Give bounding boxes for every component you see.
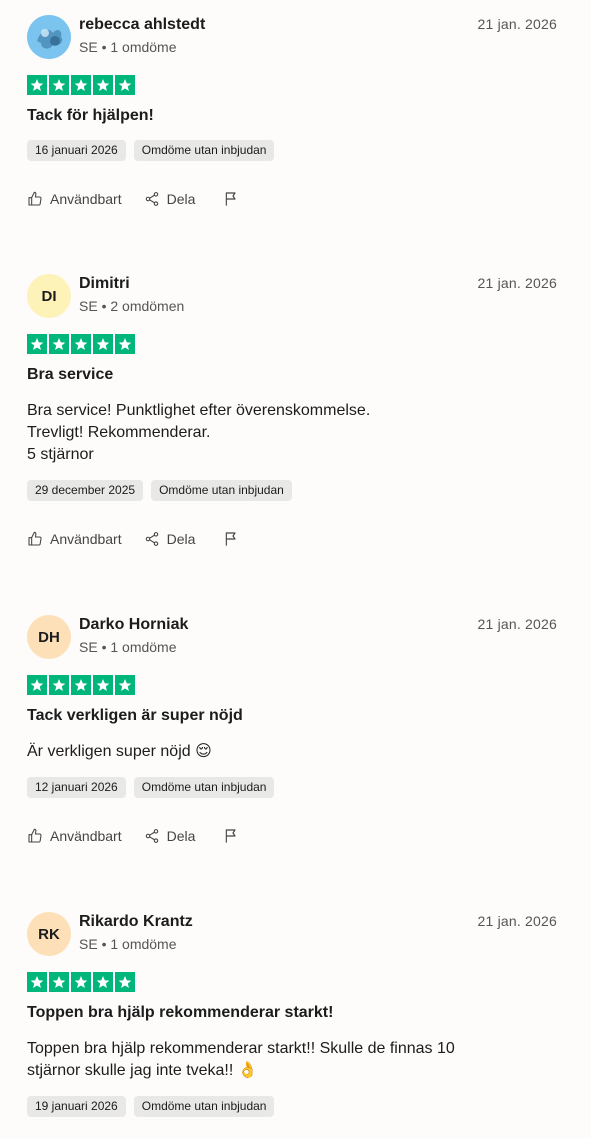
- review-date: 21 jan. 2026: [477, 616, 557, 632]
- star-icon: [71, 675, 91, 695]
- useful-button[interactable]: Användbart: [27, 531, 122, 547]
- star-rating: [27, 675, 557, 695]
- experience-date-badge: 12 januari 2026: [27, 777, 126, 798]
- reviewer-name[interactable]: Darko Horniak: [79, 616, 188, 634]
- star-icon: [115, 75, 135, 95]
- review-body: Toppen bra hjälp rekommenderar starkt!! …: [27, 1040, 455, 1079]
- review-date: 21 jan. 2026: [477, 275, 557, 291]
- review-header: DH Darko Horniak SE • 1 omdöme 21 jan. 2…: [27, 615, 557, 661]
- star-icon: [27, 972, 47, 992]
- review-header: DI Dimitri SE • 2 omdömen 21 jan. 2026: [27, 274, 557, 320]
- star-icon: [27, 75, 47, 95]
- share-icon: [145, 532, 158, 546]
- useful-label: Användbart: [50, 191, 122, 207]
- experience-date-badge: 19 januari 2026: [27, 1096, 126, 1117]
- reviewer-name[interactable]: Rikardo Krantz: [79, 913, 193, 931]
- review-body: Är verkligen super nöjd 😌: [27, 743, 212, 760]
- avatar[interactable]: DH: [27, 615, 71, 659]
- flag-icon: [226, 829, 236, 843]
- review-title[interactable]: Bra service: [27, 365, 557, 385]
- review-type-badge: Omdöme utan inbjudan: [133, 140, 275, 161]
- reviewer-meta: SE • 2 omdömen: [79, 298, 185, 314]
- share-icon: [145, 192, 158, 206]
- useful-button[interactable]: Användbart: [27, 191, 122, 207]
- reviewer-meta: SE • 1 omdöme: [79, 39, 177, 55]
- reviewer-name[interactable]: rebecca ahlstedt: [79, 16, 205, 34]
- report-button[interactable]: [223, 531, 239, 547]
- review-title[interactable]: Tack för hjälpen!: [27, 106, 557, 126]
- share-label: Dela: [166, 828, 196, 844]
- review-date: 21 jan. 2026: [477, 16, 557, 32]
- star-icon: [27, 675, 47, 695]
- review-header: rebecca ahlstedt SE • 1 omdöme 21 jan. 2…: [27, 15, 557, 61]
- star-icon: [115, 334, 135, 354]
- share-icon: [145, 829, 158, 843]
- useful-label: Användbart: [50, 531, 122, 547]
- star-icon: [71, 334, 91, 354]
- thumbs-up-icon: [28, 828, 42, 843]
- experience-date-badge: 29 december 2025: [27, 480, 144, 501]
- share-label: Dela: [166, 191, 196, 207]
- star-icon: [115, 972, 135, 992]
- share-button[interactable]: Dela: [144, 828, 196, 844]
- share-button[interactable]: Dela: [144, 191, 196, 207]
- review-card: rebecca ahlstedt SE • 1 omdöme 21 jan. 2…: [27, 15, 557, 209]
- avatar-initials: DI: [41, 287, 57, 305]
- share-button[interactable]: Dela: [144, 531, 196, 547]
- thumbs-up-icon: [28, 531, 42, 546]
- avatar-photo-icon: [27, 15, 71, 59]
- useful-label: Användbart: [50, 828, 122, 844]
- review-tags: 29 december 2025 Omdöme utan inbjudan: [27, 480, 557, 501]
- star-icon: [71, 972, 91, 992]
- experience-date-badge: 16 januari 2026: [27, 140, 126, 161]
- flag-icon: [226, 192, 236, 206]
- star-icon: [27, 334, 47, 354]
- reviewer-meta: SE • 1 omdöme: [79, 639, 177, 655]
- star-icon: [115, 675, 135, 695]
- report-button[interactable]: [223, 191, 239, 207]
- star-rating: [27, 972, 557, 992]
- review-date: 21 jan. 2026: [477, 913, 557, 929]
- useful-button[interactable]: Användbart: [27, 828, 122, 844]
- review-type-badge: Omdöme utan inbjudan: [133, 777, 275, 798]
- avatar[interactable]: RK: [27, 912, 71, 956]
- star-icon: [93, 334, 113, 354]
- reviewer-name[interactable]: Dimitri: [79, 275, 130, 293]
- star-icon: [93, 75, 113, 95]
- review-title[interactable]: Toppen bra hjälp rekommenderar starkt!: [27, 1003, 557, 1023]
- star-icon: [71, 75, 91, 95]
- review-card: DH Darko Horniak SE • 1 omdöme 21 jan. 2…: [27, 615, 557, 846]
- star-icon: [93, 675, 113, 695]
- share-label: Dela: [166, 531, 196, 547]
- star-icon: [93, 972, 113, 992]
- star-icon: [49, 75, 69, 95]
- avatar-initials: DH: [38, 628, 60, 646]
- review-tags: 12 januari 2026 Omdöme utan inbjudan: [27, 777, 557, 798]
- review-body: Bra service! Punktlighet efter överensko…: [27, 402, 371, 463]
- reviewer-meta: SE • 1 omdöme: [79, 936, 177, 952]
- avatar[interactable]: [27, 15, 71, 59]
- review-type-badge: Omdöme utan inbjudan: [133, 1096, 275, 1117]
- review-title[interactable]: Tack verkligen är super nöjd: [27, 706, 557, 726]
- thumbs-up-icon: [28, 191, 42, 206]
- star-icon: [49, 972, 69, 992]
- star-rating: [27, 334, 557, 354]
- flag-icon: [226, 532, 236, 546]
- star-icon: [49, 334, 69, 354]
- review-header: RK Rikardo Krantz SE • 1 omdöme 21 jan. …: [27, 912, 557, 958]
- report-button[interactable]: [223, 828, 239, 844]
- review-actions: Användbart Dela: [27, 529, 557, 549]
- review-card: RK Rikardo Krantz SE • 1 omdöme 21 jan. …: [27, 912, 557, 1117]
- review-actions: Användbart Dela: [27, 826, 557, 846]
- review-tags: 19 januari 2026 Omdöme utan inbjudan: [27, 1096, 557, 1117]
- review-actions: Användbart Dela: [27, 189, 557, 209]
- review-type-badge: Omdöme utan inbjudan: [151, 480, 292, 501]
- avatar-initials: RK: [38, 925, 60, 943]
- star-rating: [27, 75, 557, 95]
- star-icon: [49, 675, 69, 695]
- review-card: DI Dimitri SE • 2 omdömen 21 jan. 2026 B…: [27, 274, 557, 549]
- review-tags: 16 januari 2026 Omdöme utan inbjudan: [27, 140, 557, 161]
- avatar[interactable]: DI: [27, 274, 71, 318]
